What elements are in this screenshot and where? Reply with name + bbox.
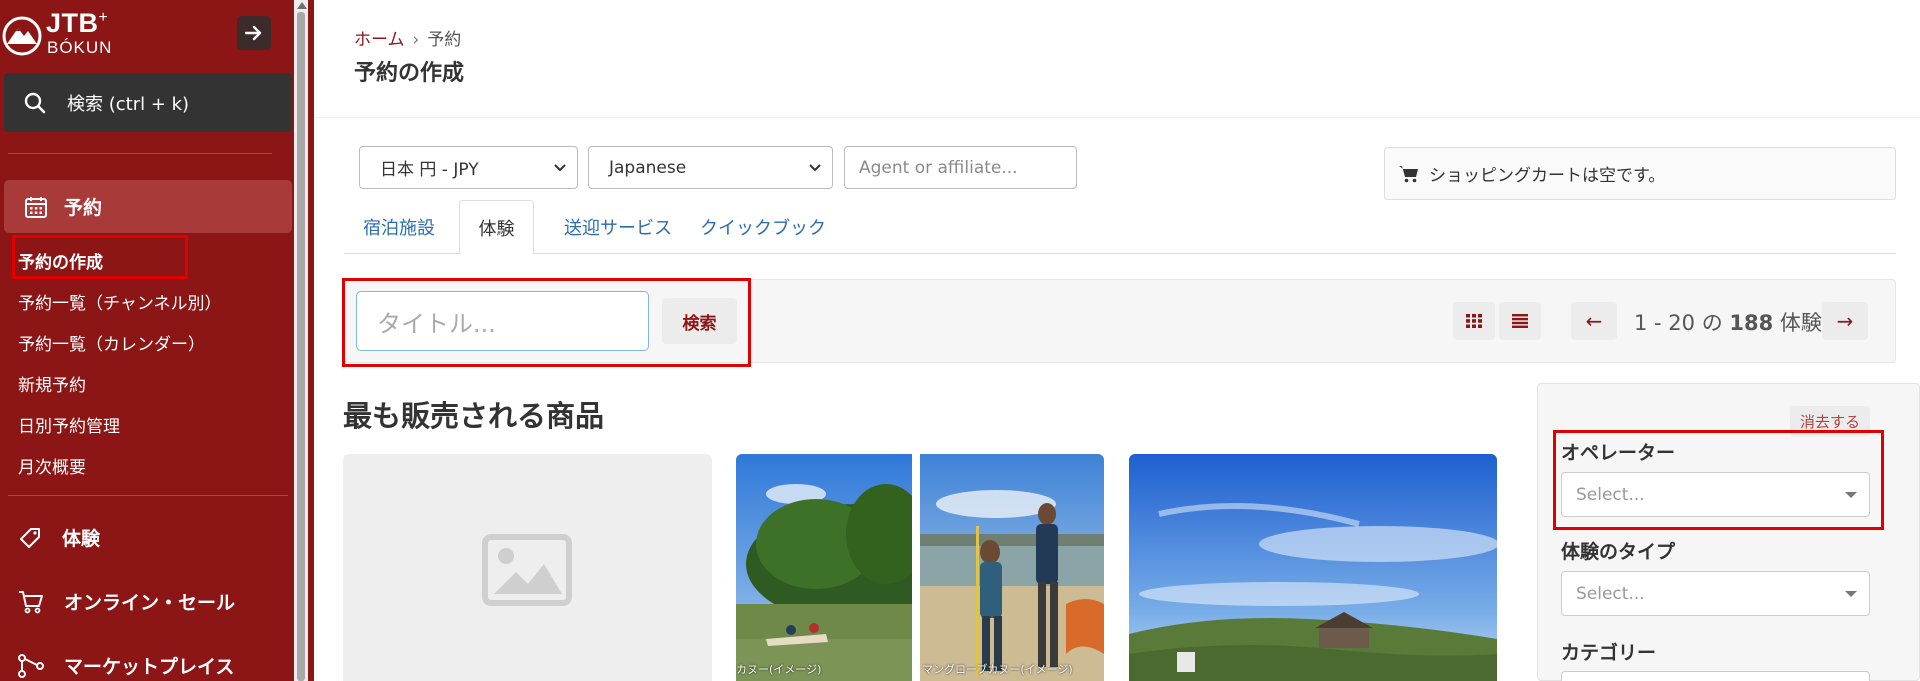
sidebar: JTB+ BÓKUN 検索 (ctrl + k) 予約 予約の作成 予約一覧（チ… — [0, 0, 294, 681]
cart-status-text: ショッピングカートは空です。 — [1429, 166, 1666, 186]
prev-page-button[interactable]: ← — [1571, 302, 1617, 340]
nav-item-bookings[interactable]: 予約 — [4, 180, 292, 233]
highlight-search — [342, 278, 751, 367]
tab-quickbook[interactable]: クイックブック — [698, 200, 828, 254]
tag-icon — [20, 527, 40, 548]
nav-item-label: 予約 — [64, 197, 103, 219]
scroll-up-icon[interactable] — [297, 2, 307, 9]
pagination-status: 1 - 20 の 188 体験 — [1634, 307, 1822, 337]
highlight-create-booking — [12, 235, 188, 279]
breadcrumb: ホーム › 予約 — [354, 25, 461, 50]
network-icon — [18, 653, 44, 678]
page-title: 予約の作成 — [354, 61, 465, 86]
currency-select[interactable]: 日本 円 - JPY — [359, 146, 578, 189]
cart-icon — [19, 590, 43, 613]
nav-item-marketplace[interactable]: マーケットプレイス — [18, 652, 234, 679]
product-card-image-placeholder[interactable] — [343, 454, 712, 681]
search-icon — [24, 92, 46, 113]
sidebar-item-new-bookings[interactable]: 新規予約 — [18, 371, 86, 396]
arrow-right-icon — [245, 25, 262, 41]
tab-experiences[interactable]: 体験 — [459, 200, 534, 255]
section-title-bestsellers: 最も販売される商品 — [343, 399, 605, 433]
currency-select-value: 日本 円 - JPY — [380, 160, 479, 180]
category-filter-label: カテゴリー — [1561, 642, 1657, 664]
product-card-mangrove-canoe[interactable]: カヌー(イメージ) マングローブカヌー(イメージ) — [736, 454, 1104, 681]
nav-item-label: マーケットプレイス — [64, 656, 235, 678]
sidebar-divider — [8, 153, 272, 154]
pagination-of: の — [1701, 311, 1723, 335]
agent-affiliate-input[interactable]: Agent or affiliate... — [844, 146, 1077, 189]
product-photo-canoe — [736, 454, 1104, 681]
brand-logo[interactable]: JTB+ BÓKUN — [2, 6, 152, 58]
brand-name: JTB+ — [46, 8, 109, 38]
highlight-operator — [1553, 430, 1884, 530]
sidebar-item-monthly-overview[interactable]: 月次概要 — [18, 453, 86, 478]
photo-caption-left: カヌー(イメージ) — [736, 663, 822, 676]
mountain-logo-icon — [2, 16, 42, 56]
language-select[interactable]: Japanese — [588, 146, 833, 189]
agent-affiliate-placeholder: Agent or affiliate... — [859, 157, 1018, 178]
language-select-value: Japanese — [609, 157, 687, 178]
grid-view-button[interactable] — [1453, 302, 1495, 340]
sidebar-item-daily-bookings[interactable]: 日別予約管理 — [18, 412, 120, 437]
nav-item-label: オンライン・セール — [64, 592, 236, 614]
list-icon — [1512, 314, 1528, 328]
breadcrumb-home-link[interactable]: ホーム — [354, 30, 405, 50]
global-search[interactable]: 検索 (ctrl + k) — [4, 73, 292, 132]
type-filter-label: 体験のタイプ — [1561, 541, 1676, 563]
breadcrumb-current[interactable]: 予約 — [427, 30, 461, 50]
sidebar-scrollbar-thumb[interactable] — [297, 12, 305, 681]
experience-type-placeholder: Select... — [1576, 583, 1645, 604]
global-search-label: 検索 (ctrl + k) — [67, 93, 190, 115]
image-placeholder-icon — [482, 534, 572, 606]
shopping-cart[interactable]: ショッピングカートは空です。 — [1384, 147, 1896, 200]
nav-item-label: 体験 — [62, 528, 101, 550]
tab-accommodation[interactable]: 宿泊施設 — [344, 200, 454, 254]
cart-icon — [1399, 165, 1418, 182]
pagination-total: 188 — [1729, 311, 1774, 335]
nav-item-experiences[interactable]: 体験 — [18, 524, 100, 551]
breadcrumb-separator: › — [412, 30, 420, 50]
list-view-button[interactable] — [1499, 302, 1541, 340]
sidebar-divider — [8, 495, 288, 496]
grid-icon — [1466, 314, 1482, 328]
caret-down-icon — [1845, 591, 1857, 597]
product-card-highland[interactable] — [1129, 454, 1497, 681]
collapse-sidebar-button[interactable] — [237, 16, 271, 50]
sidebar-item-bookings-calendar[interactable]: 予約一覧（カレンダー） — [18, 330, 205, 355]
calendar-icon — [25, 196, 47, 218]
category-select[interactable] — [1561, 671, 1870, 681]
chevron-down-icon — [809, 164, 821, 172]
pagination-range: 1 - 20 — [1634, 311, 1696, 335]
sidebar-item-bookings-by-channel[interactable]: 予約一覧（チャンネル別） — [18, 289, 222, 314]
nav-item-online-sales[interactable]: オンライン・セール — [18, 588, 235, 615]
pagination-unit: 体験 — [1779, 311, 1822, 335]
chevron-down-icon — [554, 164, 566, 172]
product-photo-highland — [1129, 454, 1497, 681]
experience-type-select[interactable]: Select... — [1561, 571, 1870, 616]
product-type-tabs: 宿泊施設 体験 送迎サービス クイックブック — [344, 200, 1896, 255]
brand-sub: BÓKUN — [47, 38, 113, 57]
photo-caption-right: マングローブカヌー(イメージ) — [922, 663, 1073, 676]
next-page-button[interactable]: → — [1822, 302, 1868, 340]
tab-transfers[interactable]: 送迎サービス — [548, 200, 688, 254]
page-header: ホーム › 予約 予約の作成 — [314, 0, 1920, 118]
